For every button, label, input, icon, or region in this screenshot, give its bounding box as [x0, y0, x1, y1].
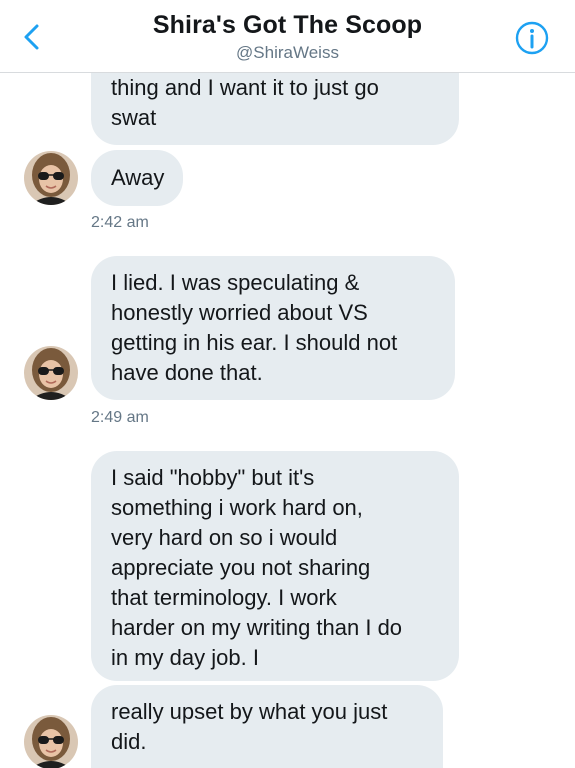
message-thread[interactable]: thing and I want it to just go swat Away…: [0, 73, 575, 768]
message-text: thing and I want it to just go swat: [111, 75, 379, 130]
message-bubble[interactable]: really upset by what you just did.: [91, 685, 443, 768]
info-button[interactable]: [514, 20, 550, 56]
message-bubble[interactable]: I said "hobby" but it's something i work…: [91, 451, 459, 681]
conversation-header: Shira's Got The Scoop @ShiraWeiss: [0, 0, 575, 73]
conversation-title: Shira's Got The Scoop: [152, 11, 423, 39]
info-circle-icon: [515, 21, 549, 55]
message-text: I said "hobby" but it's something i work…: [111, 465, 403, 670]
message-timestamp: 2:49 am: [91, 409, 149, 426]
message-bubble[interactable]: Away: [91, 150, 183, 206]
avatar[interactable]: [24, 715, 78, 768]
conversation-handle: @ShiraWeiss: [236, 43, 339, 62]
avatar[interactable]: [24, 346, 78, 400]
message-bubble[interactable]: thing and I want it to just go swat: [91, 73, 459, 145]
avatar[interactable]: [24, 151, 78, 205]
message-timestamp: 2:42 am: [91, 214, 149, 231]
message-text: really upset by what you just did.: [111, 699, 388, 754]
message-bubble[interactable]: I lied. I was speculating & honestly wor…: [91, 256, 455, 400]
message-text: Away: [111, 165, 165, 190]
message-text: I lied. I was speculating & honestly wor…: [111, 270, 398, 385]
